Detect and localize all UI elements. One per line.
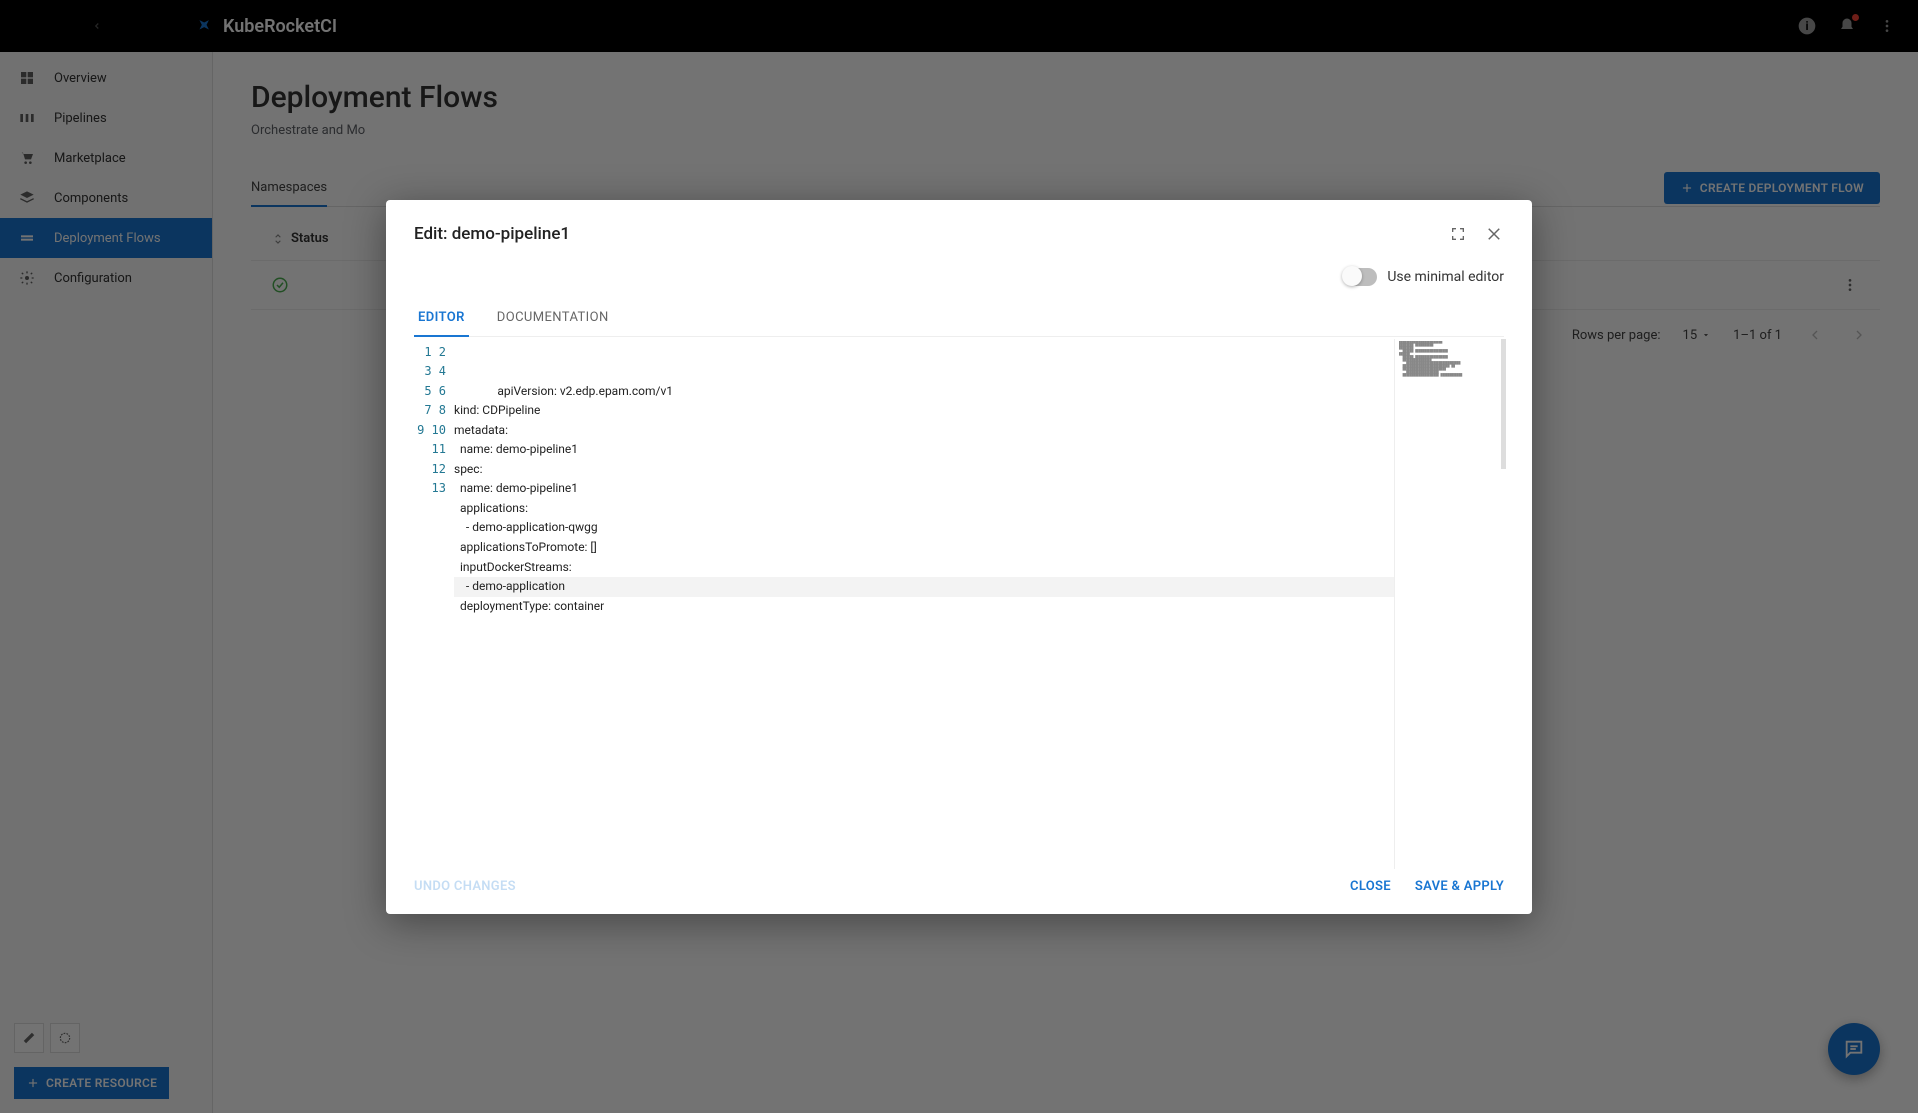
undo-changes-button: UNDO CHANGES [414, 879, 516, 894]
close-modal-button[interactable] [1484, 224, 1504, 244]
fullscreen-button[interactable] [1448, 224, 1468, 244]
edit-modal: Edit: demo-pipeline1 Use minimal editor … [386, 200, 1532, 914]
minimal-editor-toggle[interactable] [1343, 268, 1377, 286]
modal-title: Edit: demo-pipeline1 [414, 224, 570, 244]
save-apply-button[interactable]: SAVE & APPLY [1415, 879, 1504, 894]
close-icon [1485, 225, 1503, 243]
tab-editor[interactable]: EDITOR [414, 300, 469, 337]
code-editor[interactable]: 1 2 3 4 5 6 7 8 9 10 11 12 13 apiVersion… [414, 339, 1504, 869]
expand-icon [1450, 226, 1466, 242]
editor-minimap[interactable]: ████████████████████████ ████████ ██████… [1394, 339, 1504, 869]
code-content[interactable]: apiVersion: v2.edp.epam.com/v1 kind: CDP… [454, 339, 1394, 869]
minimap-scrollbar[interactable] [1501, 339, 1506, 469]
close-button[interactable]: CLOSE [1350, 879, 1391, 894]
minimap-thumb: ████████████████████████ ████████ ██████… [1399, 341, 1500, 381]
current-line-highlight [454, 577, 1394, 597]
minimal-editor-label: Use minimal editor [1387, 269, 1504, 285]
line-gutter: 1 2 3 4 5 6 7 8 9 10 11 12 13 [414, 339, 454, 869]
tab-documentation[interactable]: DOCUMENTATION [493, 300, 613, 336]
